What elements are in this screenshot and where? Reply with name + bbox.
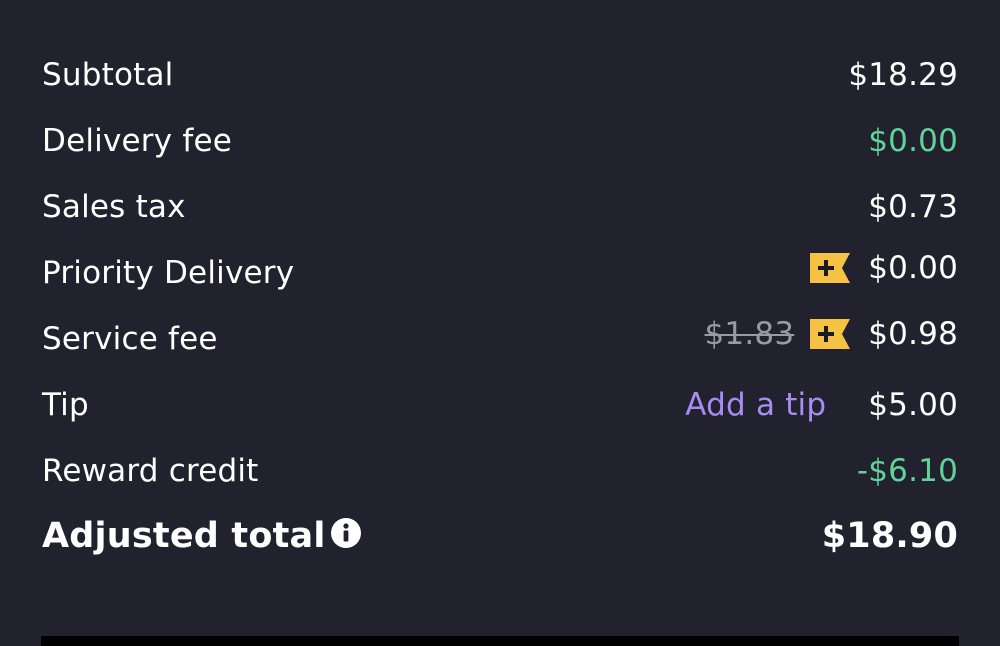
add-tip-link[interactable]: Add a tip xyxy=(685,387,826,423)
subtotal-label: Subtotal xyxy=(42,57,174,93)
service-fee-value: $0.98 xyxy=(868,316,958,352)
service-fee-original-value: $1.83 xyxy=(704,316,795,352)
checkout-bar[interactable] xyxy=(41,636,959,646)
service-fee-row: Service fee $1.83 $0.98 xyxy=(42,314,958,364)
reward-credit-label: Reward credit xyxy=(42,453,259,489)
priority-delivery-value: $0.00 xyxy=(868,250,958,286)
delivery-fee-row: Delivery fee $0.00 xyxy=(42,116,958,166)
tip-value: $5.00 xyxy=(868,387,958,423)
tip-row: Tip Add a tip $5.00 xyxy=(42,380,958,430)
tip-label: Tip xyxy=(42,387,89,423)
adjusted-total-label: Adjusted total xyxy=(42,516,326,556)
plus-membership-badge-icon xyxy=(810,253,851,283)
adjusted-total-value: $18.90 xyxy=(821,516,958,556)
reward-credit-row: Reward credit -$6.10 xyxy=(42,446,958,496)
subtotal-row: Subtotal $18.29 xyxy=(42,50,958,100)
sales-tax-value: $0.73 xyxy=(868,189,958,225)
service-fee-label: Service fee xyxy=(42,321,218,357)
priority-delivery-label: Priority Delivery xyxy=(42,255,295,291)
delivery-fee-label: Delivery fee xyxy=(42,123,232,159)
plus-membership-badge-icon xyxy=(810,319,851,349)
priority-delivery-row: Priority Delivery $0.00 xyxy=(42,248,958,298)
reward-credit-value: -$6.10 xyxy=(856,453,958,489)
info-icon[interactable] xyxy=(330,517,362,549)
delivery-fee-value: $0.00 xyxy=(868,123,958,159)
adjusted-total-row: Adjusted total $18.90 xyxy=(42,508,958,564)
subtotal-value: $18.29 xyxy=(848,57,958,93)
sales-tax-label: Sales tax xyxy=(42,189,186,225)
sales-tax-row: Sales tax $0.73 xyxy=(42,182,958,232)
